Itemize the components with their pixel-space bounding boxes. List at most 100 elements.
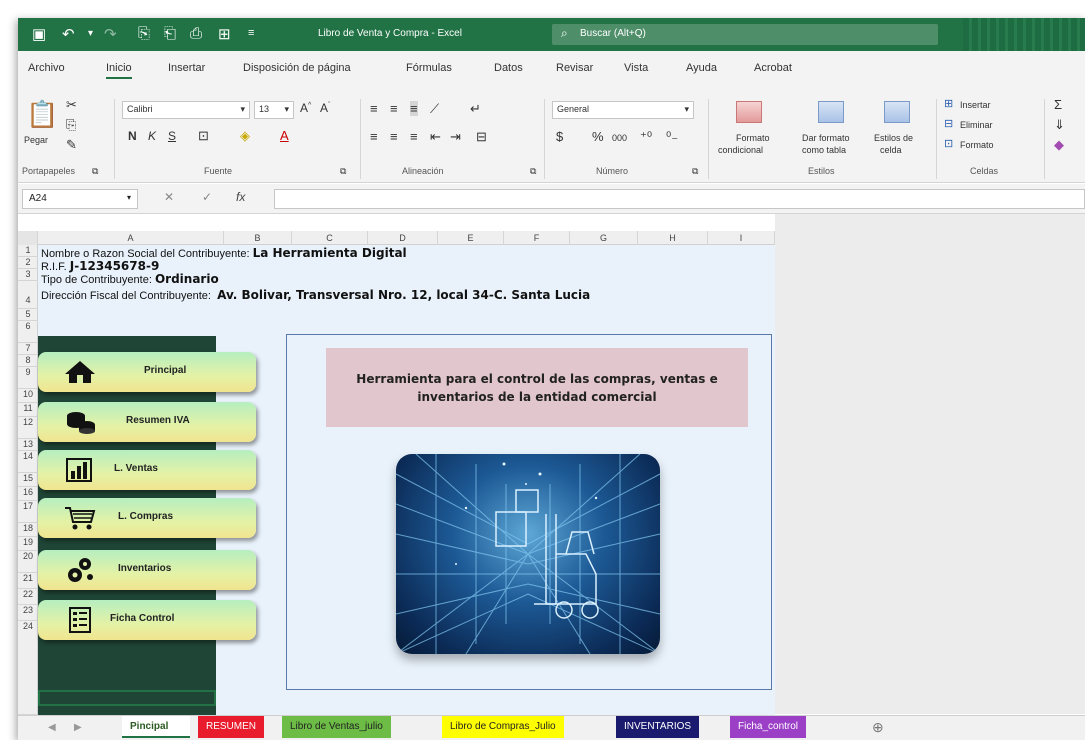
column-header[interactable]: C [292, 231, 368, 245]
row-header[interactable]: 12 [18, 417, 38, 439]
format-painter-icon[interactable]: ✎ [66, 137, 77, 153]
row-header[interactable]: 18 [18, 523, 38, 537]
delete-button[interactable]: Eliminar [960, 120, 993, 130]
copy-icon[interactable]: ⎘ [66, 117, 76, 133]
nav-button-ficha-control[interactable]: Ficha Control [38, 600, 256, 640]
row-header[interactable]: 11 [18, 403, 38, 417]
font-name-select[interactable]: Calibri ▾ [122, 101, 250, 119]
paste-icon[interactable]: 📋 [26, 99, 58, 130]
row-header[interactable]: 17 [18, 501, 38, 523]
tab-principal[interactable]: Pincipal [122, 716, 190, 738]
increase-font-icon[interactable]: A^ [300, 101, 311, 115]
merge-center-icon[interactable]: ⊟ [476, 129, 487, 145]
alignment-launcher-icon[interactable]: ⧉ [530, 166, 536, 177]
paste-label[interactable]: Pegar [24, 135, 48, 145]
info-name-row[interactable]: Nombre o Razon Social del Contribuyente:… [41, 246, 407, 260]
underline-button[interactable]: S [168, 129, 176, 143]
column-header[interactable]: H [638, 231, 708, 245]
table-format-label-1[interactable]: Dar formato [802, 133, 850, 143]
undo-icon[interactable]: ↶ [62, 25, 75, 43]
fill-icon[interactable]: ⇓ [1054, 117, 1065, 133]
menu-formulas[interactable]: Fórmulas [406, 62, 452, 74]
format-button[interactable]: Formato [960, 140, 994, 150]
insert-cells-icon[interactable]: ⊞ [944, 97, 953, 110]
enter-icon[interactable]: ✓ [202, 190, 212, 204]
orientation-icon[interactable]: ⟋ [430, 101, 439, 117]
tab-inventarios[interactable]: INVENTARIOS [616, 716, 700, 738]
quick-access-icon-2[interactable]: ⎗ [164, 25, 176, 42]
align-top-icon[interactable]: ≡ [370, 101, 378, 116]
info-address-row[interactable]: Dirección Fiscal del Contribuyente: Av. … [41, 288, 590, 302]
row-header[interactable]: 9 [18, 367, 38, 389]
nav-button-principal[interactable]: Principal [38, 352, 256, 392]
nav-button-resumen-iva[interactable]: Resumen IVA [38, 402, 256, 442]
cancel-icon[interactable]: ✕ [164, 190, 174, 204]
menu-archivo[interactable]: Archivo [28, 62, 65, 74]
quick-access-icon-3[interactable]: ⎙ [190, 25, 202, 42]
menu-disposicion[interactable]: Disposición de página [243, 62, 351, 74]
row-header[interactable]: 6 [18, 321, 38, 343]
wrap-text-icon[interactable]: ↵ [470, 101, 481, 117]
italic-button[interactable]: K [148, 129, 156, 143]
row-header[interactable]: 20 [18, 551, 38, 573]
clear-icon[interactable]: ◆ [1054, 137, 1064, 153]
quick-access-icon-1[interactable]: ⎘ [138, 25, 150, 42]
row-header[interactable]: 19 [18, 537, 38, 551]
font-size-select[interactable]: 13 ▾ [254, 101, 294, 119]
number-format-select[interactable]: General ▾ [552, 101, 694, 119]
column-header[interactable]: F [504, 231, 570, 245]
delete-cells-icon[interactable]: ⊟ [944, 117, 953, 130]
decrease-indent-icon[interactable]: ⇤ [430, 129, 441, 145]
align-bottom-icon[interactable]: ≡ [410, 101, 418, 116]
search-box[interactable]: ⌕ Buscar (Alt+Q) [552, 24, 938, 45]
quick-access-icon-4[interactable]: ⊞ [218, 25, 231, 43]
column-header[interactable]: D [368, 231, 438, 245]
row-header[interactable]: 8 [18, 355, 38, 367]
autosum-icon[interactable]: Σ [1054, 97, 1062, 112]
number-launcher-icon[interactable]: ⧉ [692, 166, 698, 177]
scroll-right-icon[interactable]: ▶ [74, 722, 82, 733]
row-header[interactable]: 1 [18, 245, 38, 257]
tab-libro-compras[interactable]: Libro de Compras_Julio [442, 716, 564, 738]
row-header[interactable]: 16 [18, 487, 38, 501]
clipboard-launcher-icon[interactable]: ⧉ [92, 166, 98, 177]
row-header[interactable]: 24 [18, 621, 38, 715]
row-header[interactable]: 13 [18, 439, 38, 451]
font-launcher-icon[interactable]: ⧉ [340, 166, 346, 177]
column-header[interactable]: I [708, 231, 775, 245]
tab-ficha-control[interactable]: Ficha_control [730, 716, 807, 738]
select-all-corner[interactable] [18, 231, 38, 245]
insert-button[interactable]: Insertar [960, 100, 991, 110]
row-header[interactable]: 22 [18, 589, 38, 605]
menu-revisar[interactable]: Revisar [556, 62, 593, 74]
menu-vista[interactable]: Vista [624, 62, 648, 74]
row-header[interactable]: 3 [18, 269, 38, 281]
increase-indent-icon[interactable]: ⇥ [450, 129, 461, 145]
row-header[interactable]: 23 [18, 605, 38, 621]
menu-ayuda[interactable]: Ayuda [686, 62, 717, 74]
table-format-icon[interactable] [818, 101, 844, 123]
align-center-icon[interactable]: ≡ [390, 129, 398, 144]
fill-color-icon[interactable]: ◈ [240, 128, 250, 144]
formula-input[interactable] [274, 189, 1085, 209]
row-header[interactable]: 21 [18, 573, 38, 589]
info-type-row[interactable]: Tipo de Contribuyente: Ordinario [41, 272, 219, 286]
borders-icon[interactable]: ⊡ [198, 128, 209, 144]
format-cells-icon[interactable]: ⊡ [944, 137, 953, 150]
save-icon[interactable]: ▣ [32, 25, 46, 43]
decrease-decimal-icon[interactable]: ⁰₋ [666, 129, 678, 145]
row-header[interactable]: 14 [18, 451, 38, 473]
tab-resumen[interactable]: RESUMEN [198, 716, 265, 738]
insert-function-button[interactable]: fx [236, 190, 245, 204]
table-format-label-2[interactable]: como tabla [802, 145, 846, 155]
align-left-icon[interactable]: ≡ [370, 129, 378, 144]
customize-toolbar-icon[interactable]: ≡ [248, 27, 254, 39]
conditional-format-icon[interactable] [736, 101, 762, 123]
row-header[interactable]: 10 [18, 389, 38, 403]
menu-datos[interactable]: Datos [494, 62, 523, 74]
redo-icon[interactable]: ↷ [104, 25, 117, 43]
menu-inicio[interactable]: Inicio [106, 62, 132, 79]
row-header[interactable]: 7 [18, 343, 38, 355]
accounting-format-icon[interactable]: $ [556, 129, 563, 144]
scroll-left-icon[interactable]: ◀ [48, 722, 56, 733]
